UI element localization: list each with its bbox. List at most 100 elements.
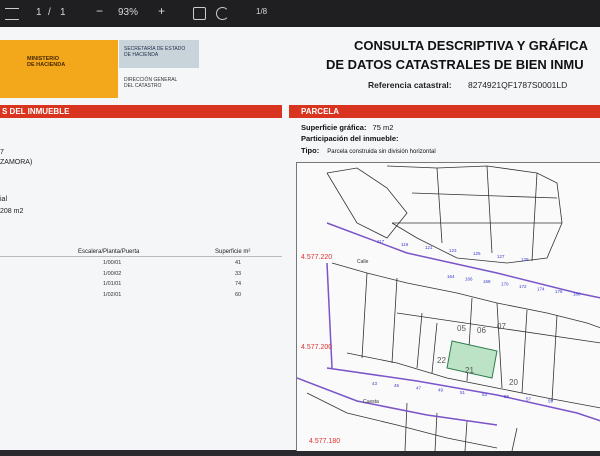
street-number-label: 51 (460, 390, 466, 395)
direccion-text: DIRECCIÓN GENERAL DEL CATASTRO (124, 77, 178, 89)
street-number-label: 119 (401, 242, 409, 247)
fit-page-icon[interactable] (193, 7, 206, 20)
col-header-escalera: Escalera/Planta/Puerta (78, 249, 140, 255)
street-number-label: 172 (519, 284, 527, 289)
street-number-label: 180 (573, 292, 581, 297)
sidebar-toggle-icon[interactable] (5, 8, 19, 20)
zoom-level[interactable]: 93% (118, 7, 138, 18)
street-number-label: 166 (465, 277, 473, 282)
parcel-outline (331, 262, 600, 329)
street-boundary (326, 262, 333, 369)
street-label-1: Calle (357, 259, 369, 265)
rotate-icon[interactable] (216, 7, 229, 20)
ref-label: Referencia catastral: (368, 80, 452, 90)
col-header-superficie: Superficie m² (215, 249, 251, 255)
superficie-label: Superficie gráfica: (301, 123, 367, 132)
inmueble-line-c: ial (0, 196, 8, 203)
street-number-label: 168 (483, 279, 491, 284)
parcel-outline (391, 277, 398, 364)
ref-value: 8274921QF1787S0001LD (468, 80, 568, 90)
page-separator: / (48, 7, 51, 18)
page-title-line1: CONSULTA DESCRIPTIVA Y GRÁFICA (354, 38, 589, 53)
ministry-logo-band: MINISTERIO DE HACIENDA (0, 40, 118, 98)
parcel-outline (361, 272, 368, 359)
inmueble-line-b: ZAMORA) (0, 159, 33, 166)
unit-ref-cell: 1/00/02 (103, 270, 122, 277)
zoom-in-button[interactable]: + (158, 4, 165, 18)
section-header-inmueble: S DEL INMUEBLE (0, 105, 282, 118)
unit-ref-cell: 1/01/01 (103, 281, 122, 287)
coord-label-2: 4.577.200 (301, 344, 332, 351)
street-number-label: 127 (497, 254, 505, 259)
superficie-grafica: Superficie gráfica: 75 m2 (301, 123, 393, 132)
street-label-2: Cuesta (363, 399, 379, 405)
secretaria-text: SECRETARÍA DE ESTADO DE HACIENDA (124, 46, 186, 58)
street-number-label: 129 (521, 257, 529, 262)
participacion-label: Participación del inmueble: (301, 134, 399, 143)
street-number-label: 164 (447, 274, 455, 279)
street-number-label: 176 (555, 289, 563, 294)
street-number-label: 57 (526, 396, 532, 401)
street-number-label: 47 (416, 385, 422, 390)
section-header-parcela: PARCELA (289, 105, 600, 118)
inmueble-line-d: 208 m2 (0, 208, 24, 215)
street-number-label: 49 (438, 388, 444, 393)
tipo-label: Tipo: (301, 146, 320, 155)
cadastral-map-svg: 4.577.220 4.577.200 4.577.180 Calle Cues… (296, 165, 600, 452)
unit-surface-cell: 74 (235, 281, 242, 287)
participacion: Participación del inmueble: (301, 134, 399, 143)
parcel-outline (436, 167, 443, 244)
street-number-label: 55 (504, 394, 510, 399)
parcel-outline (486, 165, 493, 254)
inmueble-line-a: 7 (0, 149, 4, 156)
cadastral-map[interactable]: 4.577.220 4.577.200 4.577.180 Calle Cues… (296, 162, 600, 452)
superficie-value: 75 m2 (372, 123, 394, 132)
street-number-label: 170 (501, 282, 509, 287)
section-title-inmueble: S DEL INMUEBLE (2, 107, 70, 116)
parcel-outline (496, 302, 503, 389)
street-number-label: 45 (394, 383, 400, 388)
lot-number-label: 07 (497, 322, 506, 331)
parcel-outline (551, 314, 558, 402)
unit-ref-cell: 1/02/01 (103, 291, 122, 298)
zoom-out-button[interactable]: − (96, 4, 103, 18)
street-number-label: 43 (372, 381, 378, 386)
pdf-viewer-toolbar: 1 / 1 − 93% + 1/8 (0, 0, 600, 27)
table-divider (0, 256, 282, 257)
street-number-label: 125 (473, 251, 481, 256)
lot-number-label: 05 (457, 324, 466, 333)
street-number-label: 117 (377, 239, 385, 244)
unit-ref-cell: 1/00/01 (103, 260, 122, 266)
street-number-label: 174 (537, 287, 545, 292)
ministry-name: MINISTERIO DE HACIENDA (27, 56, 66, 68)
coord-label-1: 4.577.220 (301, 254, 332, 261)
parcel-outline (411, 192, 558, 199)
page-title-line2: DE DATOS CATASTRALES DE BIEN INMU (326, 57, 584, 72)
parcel-outline (434, 412, 438, 452)
unit-surface-cell: 60 (235, 291, 242, 298)
parcel-outline (464, 420, 468, 452)
street-number-label: 53 (482, 392, 488, 397)
parcel-outline (531, 172, 538, 262)
street-number-label: 123 (449, 248, 457, 253)
lot-number-label: 21 (465, 366, 474, 375)
document-page: MINISTERIO DE HACIENDA SECRETARÍA DE EST… (0, 27, 600, 452)
street-number-label: 121 (425, 245, 433, 250)
parcel-outline (416, 312, 423, 369)
unit-surface-cell: 33 (235, 270, 242, 277)
parcel-outline (431, 322, 438, 374)
secretaria-box: SECRETARÍA DE ESTADO DE HACIENDA (119, 40, 199, 68)
lot-number-label: 20 (509, 378, 518, 387)
tipo: Tipo: Parcela construida sin división ho… (301, 146, 436, 155)
lot-number-label: 22 (437, 356, 446, 365)
unit-surface-cell: 41 (235, 260, 242, 266)
parcel-outline (511, 427, 518, 452)
page-total: 1 (60, 7, 66, 18)
section-title-parcela: PARCELA (301, 107, 340, 116)
street-number-label: 59 (548, 399, 554, 404)
tipo-value: Parcela construida sin división horizont… (327, 149, 436, 155)
lot-number-label: 06 (477, 326, 486, 335)
referencia-catastral: Referencia catastral: 8274921QF1787S0001… (368, 80, 567, 90)
parcel-outline (521, 309, 528, 394)
page-current[interactable]: 1 (36, 7, 42, 18)
